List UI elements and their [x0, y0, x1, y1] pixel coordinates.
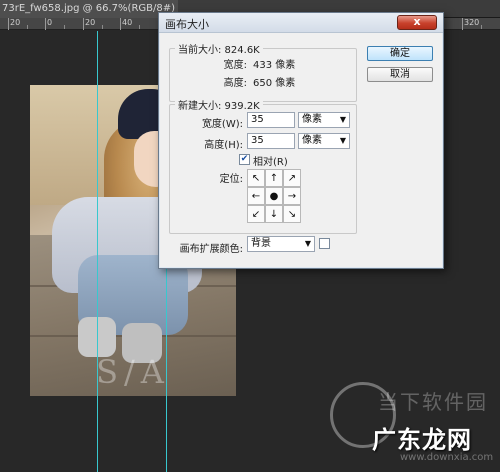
document-tab-title: 73rE_fw658.jpg @ 66.7%(RGB/8#) *	[2, 3, 178, 14]
site-watermark-url: www.downxia.com	[400, 452, 494, 463]
canvas-size-dialog: 画布大小 x 当前大小: 824.6K 宽度: 433 像素 高度: 650 像…	[158, 12, 444, 269]
close-button[interactable]: x	[397, 15, 437, 30]
cancel-button[interactable]: 取消	[367, 67, 433, 82]
anchor-dot-icon[interactable]: ●	[265, 187, 283, 205]
new-height-label: 高度(H):	[204, 140, 243, 151]
current-width-value: 433 像素	[253, 60, 296, 71]
width-unit-select[interactable]: 像素 ▼	[298, 112, 350, 128]
relative-label: 相对(R)	[253, 157, 288, 168]
new-width-label: 宽度(W):	[201, 119, 243, 130]
color-swatch[interactable]	[319, 238, 330, 249]
ruler-label: 40	[122, 18, 133, 27]
document-tab[interactable]: 73rE_fw658.jpg @ 66.7%(RGB/8#) * ×	[0, 0, 178, 18]
anchor-label: 定位:	[219, 174, 243, 185]
arrow-nw-icon[interactable]: ↖	[247, 169, 265, 187]
ruler-label: 0	[47, 18, 53, 27]
current-height-label: 高度:	[223, 78, 247, 89]
site-watermark-line1: 当下软件园	[378, 390, 488, 414]
guide-line[interactable]	[97, 31, 98, 472]
arrow-se-icon[interactable]: ↘	[283, 205, 301, 223]
ruler-label: 20	[10, 18, 21, 27]
arrow-e-icon[interactable]: →	[283, 187, 301, 205]
extension-color-select[interactable]: 背景 ▼	[247, 236, 315, 252]
arrow-w-icon[interactable]: ←	[247, 187, 265, 205]
photo-watermark: S/A ECZKA	[60, 353, 200, 396]
dropdown-arrow-icon: ▼	[339, 115, 346, 124]
arrow-n-icon[interactable]: ↑	[265, 169, 283, 187]
ruler-label: 20	[85, 18, 96, 27]
current-size-label: 当前大小: 824.6K	[175, 41, 263, 56]
dialog-title: 画布大小	[165, 18, 209, 31]
ok-button[interactable]: 确定	[367, 46, 433, 61]
width-input[interactable]: 35	[247, 112, 295, 128]
arrow-s-icon[interactable]: ↓	[265, 205, 283, 223]
height-unit-value: 像素	[302, 135, 322, 146]
new-size-label: 新建大小: 939.2K	[175, 97, 263, 112]
current-width-label: 宽度:	[223, 60, 247, 71]
anchor-grid: ↖ ↑ ↗ ← ● → ↙ ↓ ↘	[247, 169, 301, 223]
relative-checkbox[interactable]: ✔	[239, 154, 250, 165]
dropdown-arrow-icon: ▼	[304, 239, 311, 248]
extension-color-value: 背景	[251, 238, 271, 249]
dialog-titlebar[interactable]: 画布大小 x	[159, 13, 443, 33]
height-input[interactable]: 35	[247, 133, 295, 149]
arrow-ne-icon[interactable]: ↗	[283, 169, 301, 187]
width-unit-value: 像素	[302, 114, 322, 125]
dropdown-arrow-icon: ▼	[339, 136, 346, 145]
site-watermark-line2: 广东龙网	[372, 426, 472, 454]
height-unit-select[interactable]: 像素 ▼	[298, 133, 350, 149]
arrow-sw-icon[interactable]: ↙	[247, 205, 265, 223]
ruler-label: 320	[464, 18, 480, 27]
current-height-value: 650 像素	[253, 78, 296, 89]
extension-color-label: 画布扩展颜色:	[179, 244, 243, 255]
